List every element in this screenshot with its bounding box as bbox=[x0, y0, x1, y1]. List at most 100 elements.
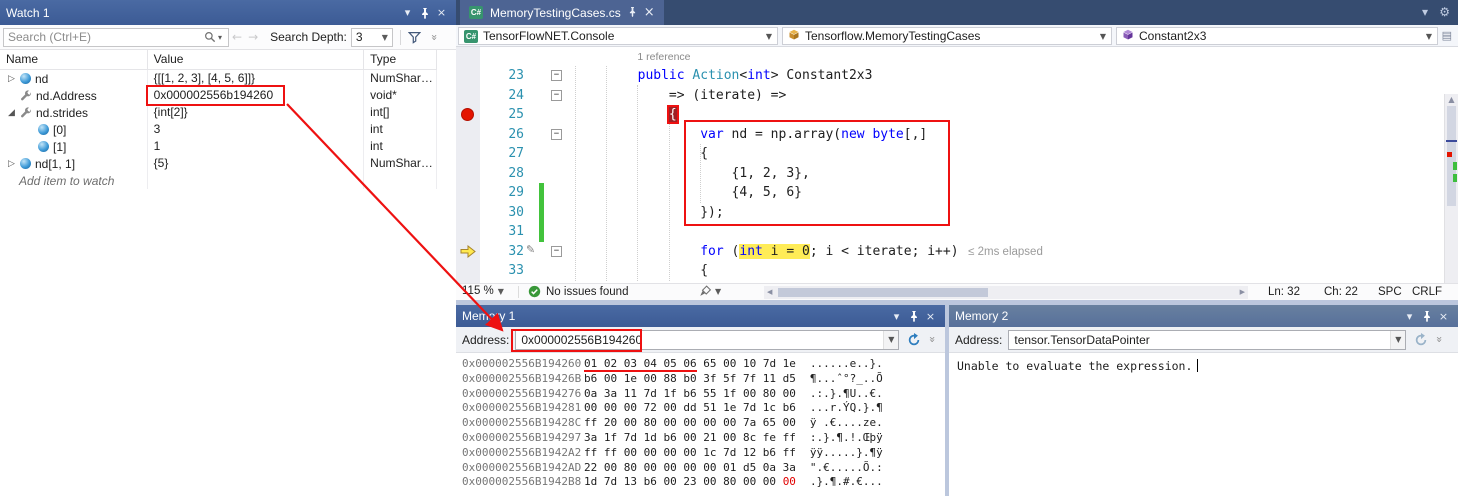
collapse-arrow-icon[interactable]: ◢ bbox=[4, 105, 19, 121]
watch-cell-value[interactable]: 3 bbox=[148, 121, 364, 138]
horizontal-scrollbar[interactable]: ◀ ▶ bbox=[764, 286, 1248, 299]
code-line[interactable]: {4, 5, 6} bbox=[575, 183, 802, 203]
status-spaces[interactable]: SPC bbox=[1378, 286, 1402, 298]
watch-search-box[interactable]: ▾ bbox=[3, 28, 229, 47]
search-options-caret-icon[interactable]: ▾ bbox=[218, 33, 228, 42]
code-line[interactable]: for (int i = 0; i < iterate; i++) ≤ 2ms … bbox=[575, 242, 1043, 262]
fold-toggle-icon[interactable]: − bbox=[551, 246, 562, 257]
line-number[interactable]: 33 bbox=[480, 261, 524, 281]
close-icon[interactable]: × bbox=[922, 310, 939, 323]
code-line[interactable]: => (iterate) => bbox=[575, 86, 786, 106]
watch-cell-value[interactable]: 1 bbox=[148, 138, 364, 155]
memory1-dump[interactable]: 0x000002556B19426001 02 03 04 05 06 65 0… bbox=[456, 353, 945, 496]
memory-row[interactable]: 0x000002556B1942AD22 00 80 00 00 00 00 0… bbox=[462, 461, 945, 476]
search-next-icon[interactable]: → bbox=[248, 30, 258, 44]
memory2-titlebar[interactable]: Memory 2 ▾ × bbox=[949, 305, 1458, 327]
line-number[interactable]: 29 bbox=[480, 183, 524, 203]
line-number[interactable]: 24 bbox=[480, 86, 524, 106]
code-cleanup-button[interactable]: ▼ bbox=[699, 285, 721, 297]
refresh-icon[interactable] bbox=[905, 333, 923, 347]
issues-indicator[interactable]: No issues found bbox=[528, 285, 628, 298]
member-dropdown[interactable]: Constant2x3 ▼ bbox=[1116, 27, 1438, 45]
column-header-name[interactable]: Name bbox=[0, 50, 148, 69]
code-editor[interactable]: ▲ ▼ 23 1 reference − public Action<int> Co… bbox=[456, 47, 1458, 283]
watch-cell-value[interactable]: 0x000002556b194260 bbox=[148, 87, 365, 104]
watch-row[interactable]: [1]1int bbox=[0, 138, 437, 155]
watch-cell-value[interactable]: {[[1, 2, 3], [4, 5, 6]]} bbox=[148, 70, 365, 87]
watch-cell-value[interactable]: {5} bbox=[148, 155, 365, 172]
memory-row[interactable]: 0x000002556B19426Bb6 00 1e 00 88 b0 3f 5… bbox=[462, 372, 945, 387]
fold-toggle-icon[interactable]: − bbox=[551, 70, 562, 81]
code-line[interactable]: { bbox=[575, 144, 708, 164]
type-dropdown[interactable]: Tensorflow.MemoryTestingCases ▼ bbox=[782, 27, 1112, 45]
tab-close-icon[interactable]: × bbox=[644, 5, 655, 20]
chevron-down-icon[interactable]: ▾ bbox=[1422, 5, 1428, 19]
filter-icon[interactable] bbox=[408, 31, 421, 44]
watch-cell-value[interactable]: {int[2]} bbox=[148, 104, 365, 121]
watch-titlebar[interactable]: Watch 1 ▾ × bbox=[0, 0, 456, 25]
line-number[interactable]: 32 bbox=[480, 242, 524, 262]
codelens-references[interactable]: 1 reference bbox=[637, 51, 690, 63]
window-position-icon[interactable]: ▾ bbox=[1401, 310, 1418, 323]
chevron-down-icon[interactable]: ▼ bbox=[1390, 331, 1405, 349]
memory1-address-input[interactable]: 0x000002556B194260 ▼ bbox=[515, 330, 899, 350]
memory1-titlebar[interactable]: Memory 1 ▾ × bbox=[456, 305, 945, 327]
scroll-right-icon[interactable]: ▶ bbox=[1240, 288, 1245, 296]
expand-arrow-icon[interactable]: ▷ bbox=[4, 71, 19, 87]
watch-row[interactable]: nd.Address0x000002556b194260void* bbox=[0, 87, 437, 104]
line-number[interactable]: 25 bbox=[480, 105, 524, 125]
code-line[interactable]: {1, 2, 3}, bbox=[575, 164, 810, 184]
fold-toggle-icon[interactable]: − bbox=[551, 129, 562, 140]
close-icon[interactable]: × bbox=[1435, 310, 1452, 323]
watch-add-row[interactable]: Add item to watch bbox=[0, 172, 437, 189]
memory2-address-input[interactable]: tensor.TensorDataPointer ▼ bbox=[1008, 330, 1406, 350]
line-number[interactable]: 31 bbox=[480, 222, 524, 242]
watch-row[interactable]: ◢nd.strides{int[2]}int[] bbox=[0, 104, 437, 121]
refresh-icon[interactable] bbox=[1412, 333, 1430, 347]
column-header-value[interactable]: Value bbox=[148, 50, 364, 69]
code-line[interactable]: var nd = np.array(new byte[,] bbox=[575, 125, 927, 145]
pin-icon[interactable] bbox=[905, 310, 922, 322]
line-number[interactable]: 26 bbox=[480, 125, 524, 145]
window-position-icon[interactable]: ▾ bbox=[399, 6, 416, 19]
horizontal-splitter[interactable] bbox=[456, 300, 1458, 305]
fold-toggle-icon[interactable]: − bbox=[551, 90, 562, 101]
search-prev-icon[interactable]: ← bbox=[232, 30, 242, 44]
watch-row[interactable]: [0]3int bbox=[0, 121, 437, 138]
watch-row[interactable]: ▷nd[1, 1]{5}NumShar… bbox=[0, 155, 437, 172]
status-line-ending[interactable]: CRLF bbox=[1412, 286, 1442, 298]
pin-icon[interactable] bbox=[1418, 310, 1435, 322]
navbar-options-icon[interactable]: ▤ bbox=[1442, 29, 1452, 42]
memory-row[interactable]: 0x000002556B1942B81d 7d 13 b6 00 23 00 8… bbox=[462, 475, 945, 490]
code-line[interactable]: }); bbox=[575, 203, 724, 223]
code-line[interactable]: { bbox=[575, 261, 708, 281]
breakpoint-icon[interactable] bbox=[461, 108, 474, 121]
tab-memorytestingcases[interactable]: C# MemoryTestingCases.cs × bbox=[460, 0, 664, 25]
tab-pin-icon[interactable] bbox=[628, 6, 637, 20]
vertical-scrollbar[interactable]: ▲ ▼ bbox=[1444, 94, 1458, 283]
memory-row[interactable]: 0x000002556B19428Cff 20 00 80 00 00 00 0… bbox=[462, 416, 945, 431]
line-number[interactable]: 23 bbox=[480, 66, 524, 86]
project-dropdown[interactable]: C# TensorFlowNET.Console ▼ bbox=[458, 27, 778, 45]
memory-row[interactable]: 0x000002556B19426001 02 03 04 05 06 65 0… bbox=[462, 357, 945, 372]
memory-row[interactable]: 0x000002556B19428100 00 00 72 00 dd 51 1… bbox=[462, 401, 945, 416]
chevron-down-icon[interactable]: ▼ bbox=[883, 331, 898, 349]
toolbar-overflow-icon[interactable]: » bbox=[428, 34, 441, 41]
line-number[interactable]: 28 bbox=[480, 164, 524, 184]
code-line[interactable]: { bbox=[575, 105, 677, 125]
code-line[interactable]: public Action<int> Constant2x3 bbox=[575, 66, 872, 86]
zoom-select[interactable]: 115 %▼ bbox=[462, 285, 504, 297]
gear-icon[interactable]: ⚙ bbox=[1439, 5, 1450, 19]
line-number[interactable]: 27 bbox=[480, 144, 524, 164]
close-icon[interactable]: × bbox=[433, 6, 450, 19]
pin-icon[interactable] bbox=[416, 7, 433, 19]
memory-row[interactable]: 0x000002556B1942973a 1f 7d 1d b6 00 21 0… bbox=[462, 431, 945, 446]
toolbar-overflow-icon[interactable]: » bbox=[926, 336, 939, 343]
vertical-splitter[interactable] bbox=[945, 305, 949, 496]
toolbar-overflow-icon[interactable]: » bbox=[1433, 336, 1446, 343]
line-number[interactable]: 30 bbox=[480, 203, 524, 223]
memory-row[interactable]: 0x000002556B1942A2ff ff 00 00 00 00 1c 7… bbox=[462, 446, 945, 461]
search-depth-select[interactable]: 3▼ bbox=[351, 28, 393, 47]
watch-row[interactable]: ▷nd{[[1, 2, 3], [4, 5, 6]]}NumShar… bbox=[0, 70, 437, 87]
search-icon[interactable] bbox=[202, 31, 218, 43]
